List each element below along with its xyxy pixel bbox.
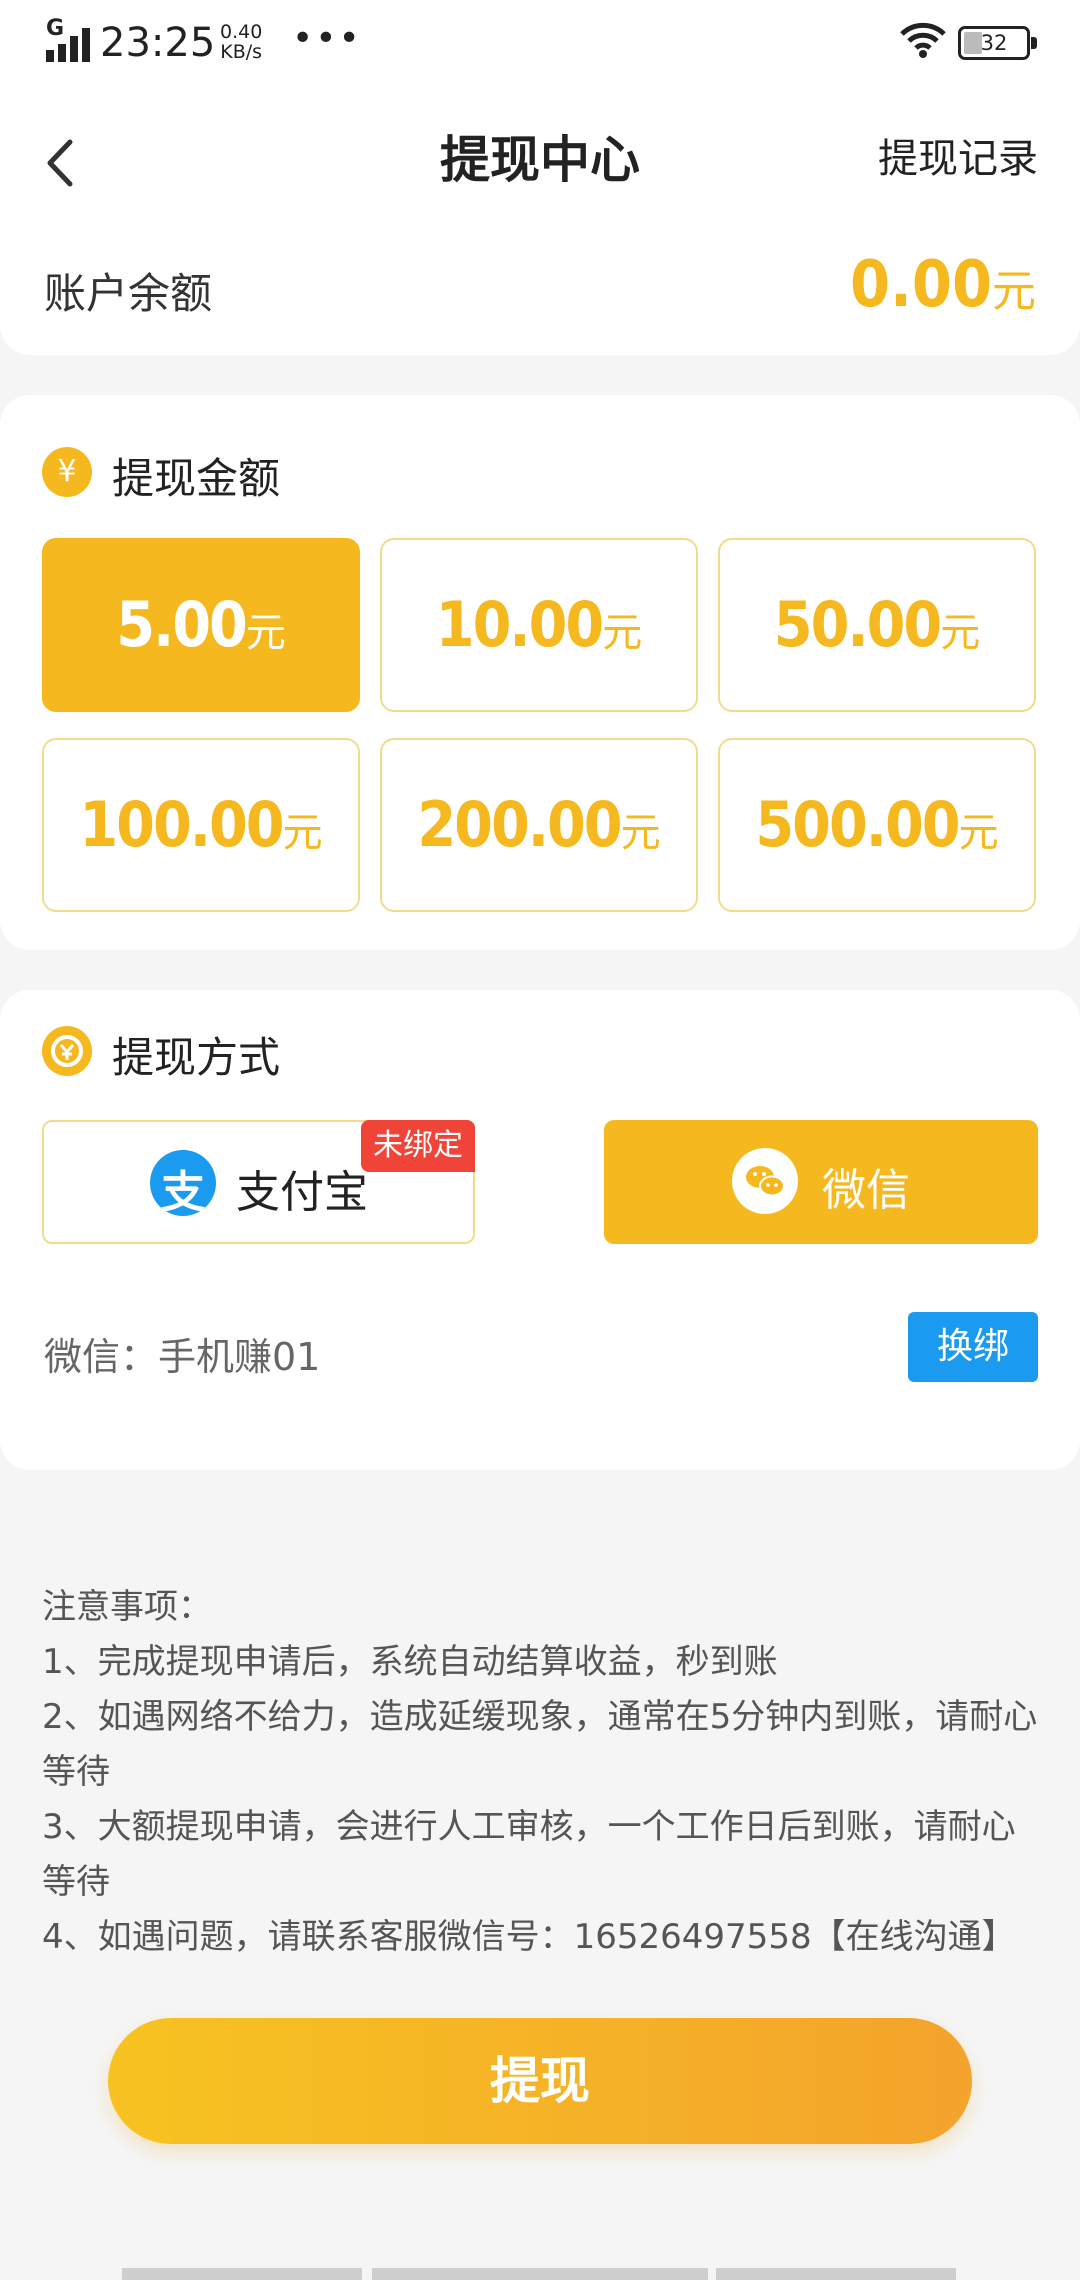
battery-level: 32 (980, 31, 1008, 55)
amount-option-100[interactable]: 100.00元 (42, 738, 360, 912)
clock: 23:25 (100, 20, 216, 66)
amount-section-title: 提现金额 (112, 454, 281, 503)
screen: G 23:25 0.40 KB/s ••• 32 提现中心 提现记录 账户余额 … (0, 0, 1080, 2280)
battery-icon: 32 (958, 26, 1037, 60)
amount-option-50[interactable]: 50.00元 (718, 538, 1036, 712)
network-speed-unit: KB/s (220, 41, 263, 63)
nav-bar-hint (122, 2268, 362, 2280)
wifi-icon (900, 22, 946, 58)
balance-unit: 元 (992, 266, 1036, 317)
withdraw-records-link[interactable]: 提现记录 (878, 126, 1038, 184)
balance-card: 账户余额 0.00元 (0, 230, 1080, 355)
notes-item: 3、大额提现申请，会进行人工审核，一个工作日后到账，请耐心等待 (42, 1807, 1016, 1902)
method-section-title: 提现方式 (112, 1033, 281, 1082)
wechat-option[interactable]: 微信 (604, 1120, 1038, 1244)
bound-account: 微信：手机赚01 (44, 1335, 321, 1379)
alipay-label: 支付宝 (236, 1167, 368, 1218)
yen-coin-icon: ¥ (42, 447, 92, 497)
withdraw-amount-card: ¥ 提现金额 5.00元 10.00元 50.00元 100.00元 200.0… (0, 395, 1080, 950)
alipay-option[interactable]: 支 支付宝 未绑定 (42, 1120, 475, 1244)
amount-option-5[interactable]: 5.00元 (42, 538, 360, 712)
wechat-icon (732, 1148, 798, 1214)
balance-value: 0.00元 (850, 248, 1036, 322)
unbound-badge: 未绑定 (361, 1120, 475, 1172)
notes-item: 2、如遇网络不给力，造成延缓现象，通常在5分钟内到账，请耐心等待 (42, 1697, 1038, 1792)
balance-amount: 0.00 (849, 248, 992, 322)
wechat-label: 微信 (822, 1165, 910, 1216)
notes: 注意事项： 1、完成提现申请后，系统自动结算收益，秒到账 2、如遇网络不给力，造… (42, 1580, 1042, 1965)
notes-title: 注意事项： (42, 1587, 212, 1627)
withdraw-method-card: 提现方式 支 支付宝 未绑定 微信 微信：手机赚01 换绑 (0, 990, 1080, 1470)
nav-bar-hint (716, 2268, 956, 2280)
network-speed: 0.40 KB/s (220, 22, 262, 62)
status-bar: G 23:25 0.40 KB/s ••• 32 (0, 0, 1080, 90)
back-arrow-icon[interactable] (36, 128, 86, 198)
coin-bag-icon (42, 1026, 92, 1076)
cell-signal-icon: G (46, 16, 92, 62)
more-notifications-icon: ••• (292, 18, 362, 59)
network-speed-value: 0.40 (220, 21, 263, 43)
amount-option-500[interactable]: 500.00元 (718, 738, 1036, 912)
amount-option-10[interactable]: 10.00元 (380, 538, 698, 712)
navigation-header: 提现中心 提现记录 (0, 90, 1080, 250)
balance-label: 账户余额 (44, 269, 213, 318)
notes-item: 1、完成提现申请后，系统自动结算收益，秒到账 (42, 1642, 778, 1682)
amount-option-200[interactable]: 200.00元 (380, 738, 698, 912)
withdraw-submit-button[interactable]: 提现 (108, 2018, 972, 2144)
nav-bar-hint (372, 2268, 708, 2280)
alipay-icon: 支 (150, 1150, 216, 1218)
rebind-button[interactable]: 换绑 (908, 1312, 1038, 1382)
network-type: G (46, 16, 65, 41)
notes-item: 4、如遇问题，请联系客服微信号：16526497558【在线沟通】 (42, 1917, 1016, 1957)
